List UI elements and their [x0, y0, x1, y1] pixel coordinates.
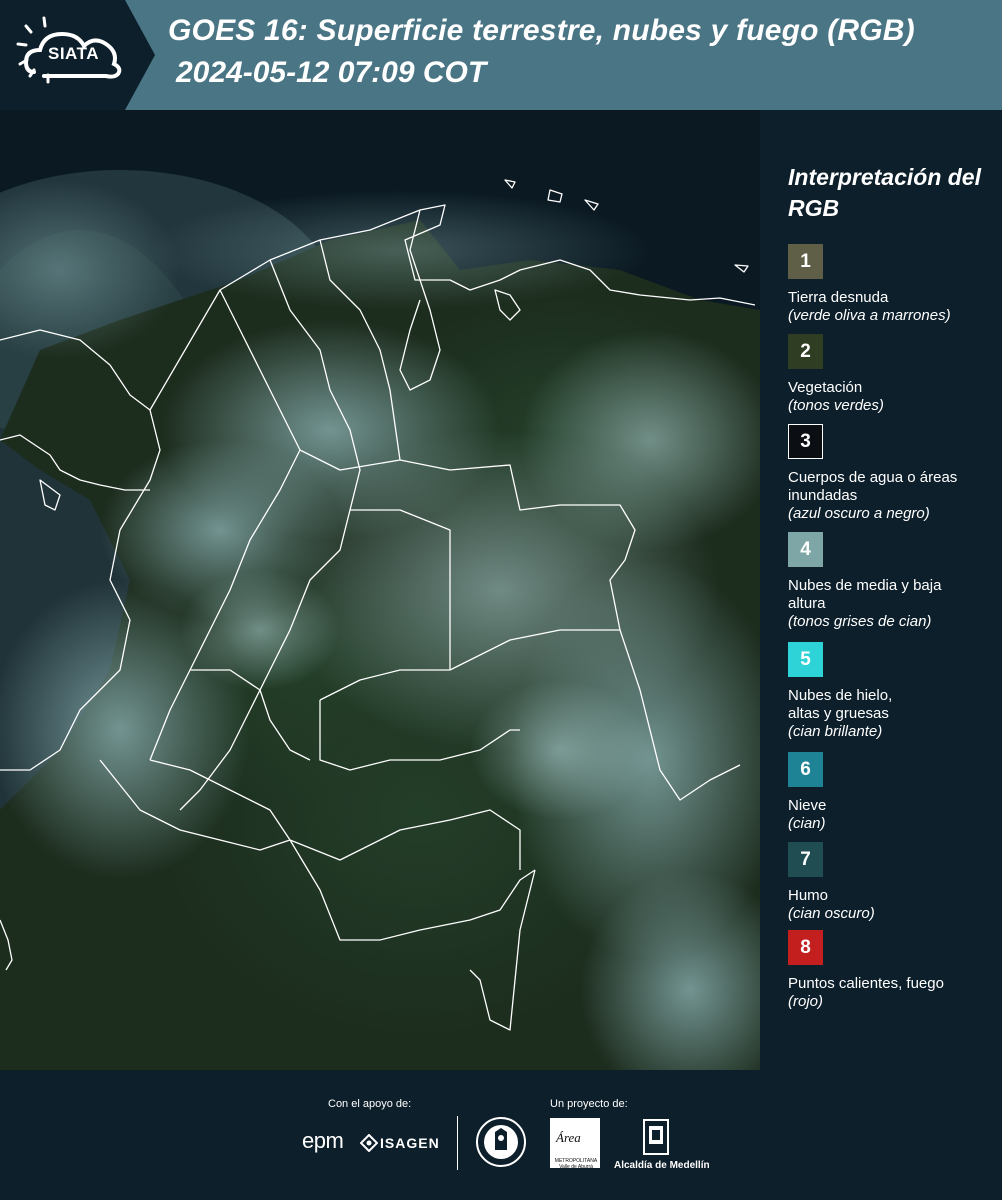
alcaldia-shield-icon: [643, 1119, 669, 1155]
legend-item-nieve: 6 Nieve (cian): [788, 752, 1002, 833]
siata-logo-text: SIATA: [48, 44, 99, 63]
legend-title: Interpretación del RGB: [788, 164, 981, 221]
isagen-logo-icon: [360, 1134, 378, 1152]
legend-sub: (tonos grises de cian): [788, 613, 932, 630]
legend-item-nubes-media-baja: 4 Nubes de media y baja altura (tonos gr…: [788, 532, 1002, 631]
legend-sub: (verde oliva a marrones): [788, 307, 951, 324]
isagen-logo: ISAGEN: [380, 1135, 440, 1151]
legend-swatch: 6: [788, 752, 823, 787]
legend-swatch: 2: [788, 334, 823, 369]
epm-logo: epm: [302, 1128, 344, 1153]
legend-label: Cuerpos de agua o áreas inundadas: [788, 469, 958, 504]
alcaldia-label: Alcaldía de Medellín: [614, 1160, 710, 1171]
legend-item-tierra-desnuda: 1 Tierra desnuda (verde oliva a marrones…: [788, 244, 1002, 325]
page-timestamp: 2024-05-12 07:09 COT: [176, 56, 487, 89]
footer: Con el apoyo de: Un proyecto de: epm ISA…: [0, 1070, 1002, 1200]
legend-swatch: 1: [788, 244, 823, 279]
legend-swatch: 4: [788, 532, 823, 567]
area-metropolitana-sub: METROPOLITANA Valle de Aburrá: [554, 1158, 598, 1170]
footer-divider: [457, 1116, 458, 1170]
satellite-map: [0, 110, 760, 1070]
legend-label: Humo: [788, 887, 829, 904]
legend-label: Nubes de media y baja altura: [788, 577, 942, 612]
support-label: Con el apoyo de:: [328, 1098, 412, 1110]
header-bar: SIATA GOES 16: Superficie terrestre, nub…: [0, 0, 1002, 110]
legend-item-nubes-hielo: 5 Nubes de hielo, altas y gruesas (cian …: [788, 642, 1002, 741]
project-label: Un proyecto de:: [550, 1098, 628, 1110]
legend-swatch: 3: [788, 424, 823, 459]
legend-sub: (cian oscuro): [788, 905, 875, 922]
area-metropolitana-name: Área: [556, 1130, 581, 1145]
legend-label: Puntos calientes, fuego: [788, 975, 944, 992]
legend-swatch: 5: [788, 642, 823, 677]
legend-sub: (rojo): [788, 993, 824, 1010]
legend-item-cuerpos-de-agua: 3 Cuerpos de agua o áreas inundadas (azu…: [788, 424, 1002, 523]
legend-sub: (cian): [788, 815, 826, 832]
legend-panel: Interpretación del RGB 1 Tierra desnuda …: [762, 110, 1002, 1070]
legend-item-humo: 7 Humo (cian oscuro): [788, 842, 1002, 923]
legend-label: Vegetación: [788, 379, 863, 396]
legend-label: Tierra desnuda: [788, 289, 889, 306]
medellin-seal-icon: [476, 1117, 526, 1167]
legend-label: Nieve: [788, 797, 827, 814]
satellite-map-canvas: [0, 110, 760, 1070]
legend-sub: (tonos verdes): [788, 397, 884, 414]
legend-sub: (cian brillante): [788, 723, 883, 740]
legend-swatch: 7: [788, 842, 823, 877]
legend-item-fuego: 8 Puntos calientes, fuego (rojo): [788, 930, 1002, 1011]
legend-item-vegetacion: 2 Vegetación (tonos verdes): [788, 334, 1002, 415]
page-title: GOES 16: Superficie terrestre, nubes y f…: [168, 14, 915, 47]
legend-sub: (azul oscuro a negro): [788, 505, 930, 522]
legend-label: Nubes de hielo, altas y gruesas: [788, 687, 893, 722]
legend-swatch: 8: [788, 930, 823, 965]
